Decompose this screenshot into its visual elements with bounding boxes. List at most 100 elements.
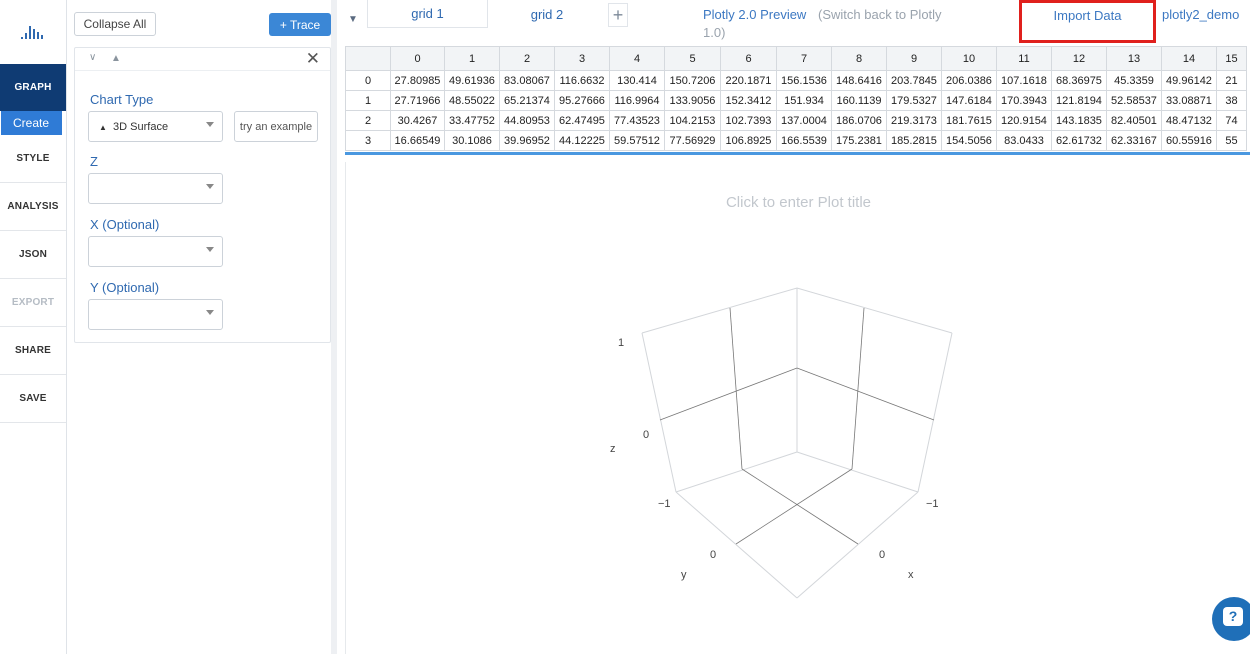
grid-column-header[interactable]: 4: [609, 46, 665, 71]
grid-cell[interactable]: 95.27666: [554, 90, 610, 111]
grid-cell[interactable]: 206.0386: [941, 70, 997, 91]
nav-create[interactable]: Create: [1, 111, 62, 135]
grid-cell[interactable]: 62.33167: [1106, 130, 1162, 151]
grid-cell[interactable]: 106.8925: [720, 130, 777, 151]
grid-column-header[interactable]: 14: [1161, 46, 1217, 71]
grid-cell[interactable]: 147.6184: [941, 90, 997, 111]
grid-cell[interactable]: 156.1536: [776, 70, 832, 91]
grid-column-header[interactable]: 2: [499, 46, 555, 71]
grid-column-header[interactable]: 5: [664, 46, 721, 71]
row-index[interactable]: 3: [345, 130, 391, 151]
grid-cell[interactable]: 74: [1216, 110, 1247, 131]
grid-cell[interactable]: 60.55916: [1161, 130, 1217, 151]
switch-back-link[interactable]: (Switch back to Plotly: [818, 7, 942, 22]
grid-cell[interactable]: 150.7206: [664, 70, 721, 91]
grid-cell[interactable]: 181.7615: [941, 110, 997, 131]
x-select[interactable]: [88, 236, 223, 267]
grid-cell[interactable]: 116.9964: [609, 90, 665, 111]
nav-json[interactable]: JSON: [0, 231, 66, 279]
row-index[interactable]: 1: [345, 90, 391, 111]
grid-cell[interactable]: 62.47495: [554, 110, 610, 131]
grid-cell[interactable]: 55: [1216, 130, 1247, 151]
grid-cell[interactable]: 30.4267: [390, 110, 445, 131]
y-select[interactable]: [88, 299, 223, 330]
grid-cell[interactable]: 160.1139: [831, 90, 887, 111]
close-icon[interactable]: ✕: [306, 49, 320, 69]
add-trace-button[interactable]: + Trace: [269, 13, 331, 36]
grid-cell[interactable]: 59.57512: [609, 130, 665, 151]
grid-cell[interactable]: 116.6632: [554, 70, 610, 91]
grid-cell[interactable]: 220.1871: [720, 70, 777, 91]
row-index[interactable]: 0: [345, 70, 391, 91]
grid-cell[interactable]: 179.5327: [886, 90, 942, 111]
grid-cell[interactable]: 33.08871: [1161, 90, 1217, 111]
grid-cell[interactable]: 154.5056: [941, 130, 997, 151]
nav-export[interactable]: EXPORT: [0, 279, 66, 327]
chevron-down-icon[interactable]: ▼: [348, 14, 358, 25]
user-menu[interactable]: plotly2_demo: [1162, 7, 1239, 22]
grid-column-header[interactable]: 1: [444, 46, 500, 71]
grid-cell[interactable]: 48.55022: [444, 90, 500, 111]
grid-cell[interactable]: 186.0706: [831, 110, 887, 131]
grid-cell[interactable]: 39.96952: [499, 130, 555, 151]
switch-back-link-cont[interactable]: 1.0): [703, 25, 725, 40]
grid-cell[interactable]: 44.80953: [499, 110, 555, 131]
grid-cell[interactable]: 77.56929: [664, 130, 721, 151]
grid-cell[interactable]: 130.414: [609, 70, 665, 91]
grid-cell[interactable]: 83.08067: [499, 70, 555, 91]
plotly-logo-icon[interactable]: [0, 0, 66, 64]
grid-cell[interactable]: 166.5539: [776, 130, 832, 151]
grid-column-header[interactable]: 13: [1106, 46, 1162, 71]
z-select[interactable]: [88, 173, 223, 204]
grid-column-header[interactable]: 8: [831, 46, 887, 71]
grid-cell[interactable]: 45.3359: [1106, 70, 1162, 91]
grid-column-header[interactable]: 3: [554, 46, 610, 71]
grid-cell[interactable]: 44.12225: [554, 130, 610, 151]
grid-cell[interactable]: 102.7393: [720, 110, 777, 131]
grid-cell[interactable]: 133.9056: [664, 90, 721, 111]
import-data-button[interactable]: Import Data: [1019, 0, 1156, 43]
grid-column-header[interactable]: 10: [941, 46, 997, 71]
nav-share[interactable]: SHARE: [0, 327, 66, 375]
grid-cell[interactable]: 203.7845: [886, 70, 942, 91]
grid-cell[interactable]: 120.9154: [996, 110, 1052, 131]
grid-cell[interactable]: 21: [1216, 70, 1247, 91]
grid-cell[interactable]: 62.61732: [1051, 130, 1107, 151]
data-grid[interactable]: 0 1 2 3 4 5 6 7 8 9 10 11 12 13 14 15 0 27.80985 49.61936…: [345, 46, 1250, 155]
grid-cell[interactable]: 219.3173: [886, 110, 942, 131]
grid-cell[interactable]: 175.2381: [831, 130, 887, 151]
chart-type-select[interactable]: ▲ 3D Surface: [88, 111, 223, 142]
grid-cell[interactable]: 48.47132: [1161, 110, 1217, 131]
grid-column-header[interactable]: 0: [390, 46, 445, 71]
help-chat-button[interactable]: ?: [1212, 597, 1250, 641]
grid-cell[interactable]: 30.1086: [444, 130, 500, 151]
grid-cell[interactable]: 49.96142: [1161, 70, 1217, 91]
chevron-down-icon[interactable]: ∨: [89, 52, 96, 63]
grid-cell[interactable]: 121.8194: [1051, 90, 1107, 111]
row-index[interactable]: 2: [345, 110, 391, 131]
grid-cell[interactable]: 65.21374: [499, 90, 555, 111]
grid-cell[interactable]: 33.47752: [444, 110, 500, 131]
grid-cell[interactable]: 152.3412: [720, 90, 777, 111]
grid-cell[interactable]: 38: [1216, 90, 1247, 111]
grid-column-header[interactable]: 6: [720, 46, 777, 71]
add-grid-button[interactable]: +: [608, 3, 628, 27]
nav-graph[interactable]: GRAPH: [0, 64, 66, 111]
tab-grid-2[interactable]: grid 2: [490, 0, 604, 28]
grid-cell[interactable]: 104.2153: [664, 110, 721, 131]
collapse-all-button[interactable]: Collapse All: [74, 12, 156, 36]
grid-column-header[interactable]: 15: [1216, 46, 1247, 71]
grid-cell[interactable]: 137.0004: [776, 110, 832, 131]
grid-cell[interactable]: 83.0433: [996, 130, 1052, 151]
grid-cell[interactable]: 143.1835: [1051, 110, 1107, 131]
grid-cell[interactable]: 82.40501: [1106, 110, 1162, 131]
grid-column-header[interactable]: 11: [996, 46, 1052, 71]
grid-cell[interactable]: 170.3943: [996, 90, 1052, 111]
grid-cell[interactable]: 16.66549: [390, 130, 445, 151]
grid-cell[interactable]: 68.36975: [1051, 70, 1107, 91]
grid-cell[interactable]: 52.58537: [1106, 90, 1162, 111]
grid-cell[interactable]: 185.2815: [886, 130, 942, 151]
grid-cell[interactable]: 27.80985: [390, 70, 445, 91]
grid-cell[interactable]: 148.6416: [831, 70, 887, 91]
nav-save[interactable]: SAVE: [0, 375, 66, 423]
